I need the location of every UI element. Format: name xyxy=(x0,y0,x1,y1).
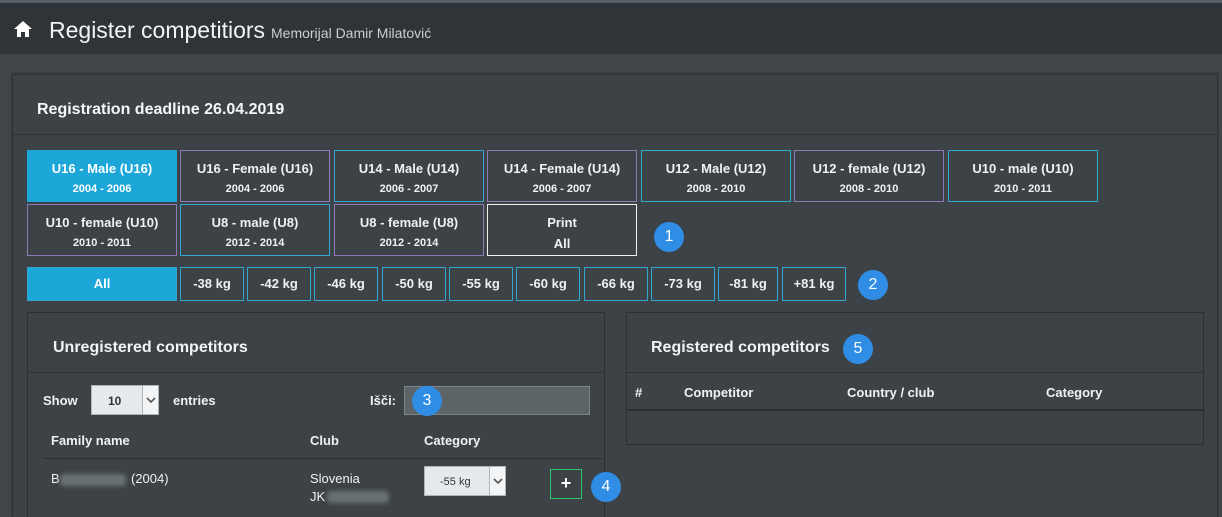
entries-select[interactable]: 10 xyxy=(91,385,159,415)
competitor-birth-year: (2004) xyxy=(131,471,169,486)
category-years: 2004 - 2006 xyxy=(225,183,285,195)
column-header-family-name[interactable]: Family name xyxy=(51,433,130,448)
weight-filter-55[interactable]: -55 kg xyxy=(449,267,513,301)
entries-value: 10 xyxy=(108,394,122,408)
weight-filter-73[interactable]: -73 kg xyxy=(651,267,715,301)
category-name: U8 - male (U8) xyxy=(211,215,299,230)
category-years: 2004 - 2006 xyxy=(72,183,132,195)
column-header-number[interactable]: # xyxy=(635,385,642,400)
category-years: 2008 - 2010 xyxy=(839,183,899,195)
divider xyxy=(627,372,1203,373)
competitor-country: Slovenia xyxy=(310,471,360,486)
category-years: 2006 - 2007 xyxy=(379,183,439,195)
page-subtitle: Memorijal Damir Milatović xyxy=(271,25,432,41)
callout-badge-4: 4 xyxy=(591,472,621,502)
print-all-button[interactable]: Print All xyxy=(487,204,637,256)
category-years: 2012 - 2014 xyxy=(225,237,285,249)
callout-badge-3: 3 xyxy=(412,386,442,416)
category-button-u16-female[interactable]: U16 - Female (U16) 2004 - 2006 xyxy=(180,150,330,202)
column-header-category[interactable]: Category xyxy=(1046,385,1102,400)
category-button-u14-male[interactable]: U14 - Male (U14) 2006 - 2007 xyxy=(334,150,484,202)
search-label: Išči: xyxy=(370,393,397,408)
column-header-competitor[interactable]: Competitor xyxy=(684,385,753,400)
column-header-country-club[interactable]: Country / club xyxy=(847,385,934,400)
category-name: U12 - Male (U12) xyxy=(665,161,767,176)
unregistered-title: Unregistered competitors xyxy=(53,339,248,356)
weight-filter-46[interactable]: -46 kg xyxy=(314,267,378,301)
redacted-club xyxy=(327,491,389,503)
category-years: 2008 - 2010 xyxy=(686,183,746,195)
print-scope: All xyxy=(553,236,571,251)
category-select[interactable]: -55 kg xyxy=(424,466,506,496)
registration-deadline: Registration deadline 26.04.2019 xyxy=(37,101,285,118)
chevron-down-icon xyxy=(489,467,505,495)
weight-filter-66[interactable]: -66 kg xyxy=(584,267,648,301)
competitor-club-prefix: JK xyxy=(310,489,326,504)
chevron-down-icon xyxy=(142,386,158,414)
callout-badge-1: 1 xyxy=(654,222,684,252)
category-name: U16 - Male (U16) xyxy=(51,161,153,176)
category-name: U8 - female (U8) xyxy=(359,215,459,230)
category-years: 2006 - 2007 xyxy=(532,183,592,195)
category-name: U10 - male (U10) xyxy=(972,161,1074,176)
column-header-club[interactable]: Club xyxy=(310,433,339,448)
weight-filter-38[interactable]: -38 kg xyxy=(180,267,244,301)
category-name: U10 - female (U10) xyxy=(45,215,159,230)
category-name: U14 - Male (U14) xyxy=(358,161,460,176)
table-header-divider xyxy=(627,409,1203,411)
divider xyxy=(28,372,604,373)
weight-filter-42[interactable]: -42 kg xyxy=(247,267,311,301)
column-header-category[interactable]: Category xyxy=(424,433,480,448)
category-button-u8-male[interactable]: U8 - male (U8) 2012 - 2014 xyxy=(180,204,330,256)
print-label: Print xyxy=(547,215,577,230)
page-title: Register competitiors xyxy=(49,17,266,43)
callout-badge-2: 2 xyxy=(858,270,888,300)
category-years: 2010 - 2011 xyxy=(993,183,1053,195)
show-label: Show xyxy=(43,393,78,408)
category-button-u16-male[interactable]: U16 - Male (U16) 2004 - 2006 xyxy=(27,150,177,202)
category-select-value: -55 kg xyxy=(440,476,471,488)
competitor-name-prefix: B xyxy=(51,471,60,486)
category-years: 2010 - 2011 xyxy=(72,237,132,249)
weight-filter-60[interactable]: -60 kg xyxy=(516,267,580,301)
category-button-u12-female[interactable]: U12 - female (U12) 2008 - 2010 xyxy=(794,150,944,202)
category-button-u10-female[interactable]: U10 - female (U10) 2010 - 2011 xyxy=(27,204,177,256)
category-years: 2012 - 2014 xyxy=(379,237,439,249)
weight-filter-all[interactable]: All xyxy=(27,267,177,301)
divider xyxy=(13,134,1218,135)
table-header-divider xyxy=(43,458,603,459)
weight-filter-50[interactable]: -50 kg xyxy=(382,267,446,301)
redacted-name xyxy=(60,474,126,486)
weight-filter-plus81[interactable]: +81 kg xyxy=(782,267,846,301)
registered-title: Registered competitors xyxy=(651,339,830,356)
entries-label: entries xyxy=(173,393,216,408)
add-competitor-button[interactable]: + xyxy=(550,469,582,499)
category-button-u12-male[interactable]: U12 - Male (U12) 2008 - 2010 xyxy=(641,150,791,202)
callout-badge-5: 5 xyxy=(843,334,873,364)
category-button-u14-female[interactable]: U14 - Female (U14) 2006 - 2007 xyxy=(487,150,637,202)
category-button-u10-male[interactable]: U10 - male (U10) 2010 - 2011 xyxy=(948,150,1098,202)
home-icon[interactable] xyxy=(13,20,33,38)
registered-competitors-panel xyxy=(626,312,1204,445)
weight-filter-81[interactable]: -81 kg xyxy=(718,267,778,301)
category-button-u8-female[interactable]: U8 - female (U8) 2012 - 2014 xyxy=(334,204,484,256)
category-name: U14 - Female (U14) xyxy=(503,161,621,176)
category-name: U16 - Female (U16) xyxy=(196,161,314,176)
category-name: U12 - female (U12) xyxy=(812,161,926,176)
